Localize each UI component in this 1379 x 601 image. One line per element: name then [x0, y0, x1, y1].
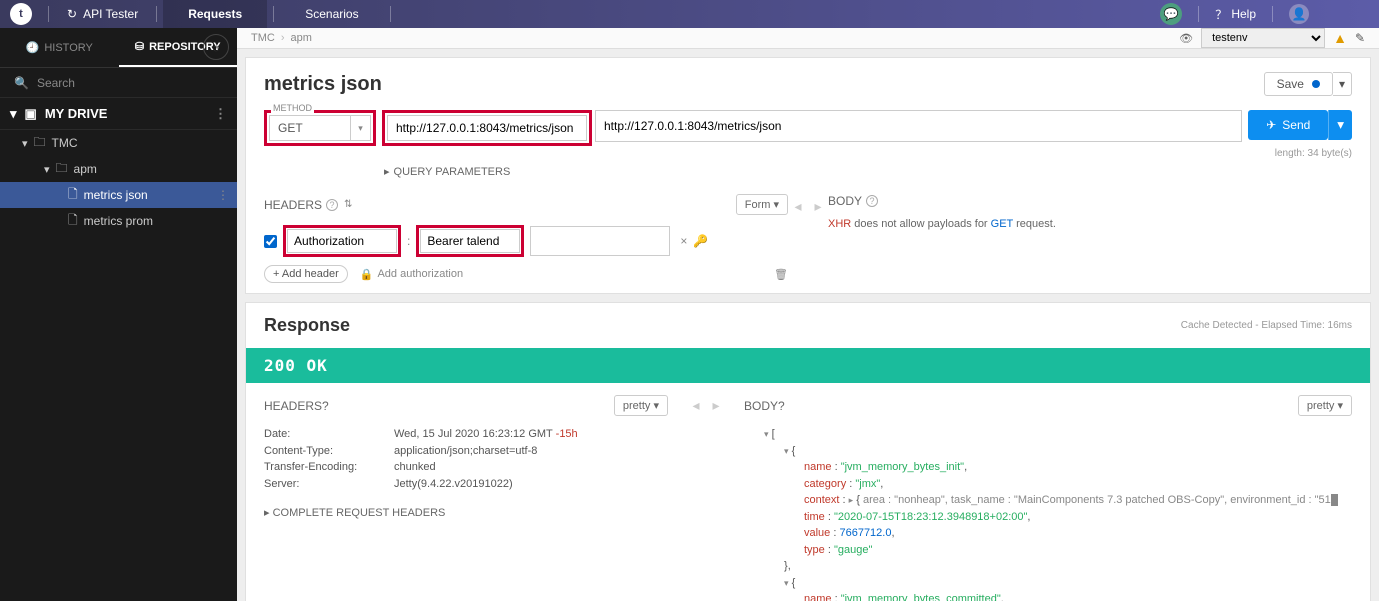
- sort-icon[interactable]: ⇅: [344, 199, 352, 210]
- resp-hdr-val: Wed, 15 Jul 2020 16:23:12 GMT -15h: [394, 426, 578, 443]
- method-dropdown[interactable]: ▾: [350, 116, 370, 140]
- resp-hdr-key: Server:: [264, 476, 394, 493]
- user-avatar[interactable]: 👤: [1289, 4, 1309, 24]
- headers-pretty-dropdown[interactable]: pretty ▾: [614, 395, 668, 416]
- api-tester-label: ↻ API Tester: [55, 7, 150, 21]
- caret-down-icon: ▾: [44, 163, 50, 176]
- response-title: Response: [264, 315, 350, 336]
- body-note: XHR does not allow payloads for GET requ…: [828, 218, 1352, 230]
- add-authorization-button[interactable]: 🔒 Add authorization: [360, 268, 463, 281]
- breadcrumb: TMC › apm 👁 testenv ▲ ✎: [237, 28, 1379, 49]
- response-body-label: BODY: [744, 399, 778, 413]
- unsaved-dot-icon: [1312, 80, 1320, 88]
- send-icon: ✈: [1266, 118, 1276, 132]
- request-icon: 🗋: [68, 185, 78, 206]
- tab-scenarios[interactable]: Scenarios: [280, 0, 383, 28]
- eye-icon[interactable]: 👁: [1179, 32, 1193, 45]
- body-pretty-dropdown[interactable]: pretty ▾: [1298, 395, 1352, 416]
- save-button[interactable]: Save: [1264, 72, 1333, 96]
- kebab-icon[interactable]: ⋮: [217, 188, 229, 202]
- response-panel: Response Cache Detected - Elapsed Time: …: [245, 302, 1371, 601]
- collapse-right-icon[interactable]: ▸: [808, 194, 828, 283]
- url-input-full[interactable]: [595, 110, 1242, 142]
- collapse-right-icon[interactable]: ▸: [706, 383, 726, 601]
- chat-icon[interactable]: 💬: [1160, 3, 1182, 25]
- breadcrumb-apm[interactable]: apm: [291, 32, 312, 44]
- help-icon[interactable]: ?: [322, 399, 329, 413]
- header-enable-checkbox[interactable]: [264, 235, 277, 248]
- folder-icon: 🗀: [56, 159, 68, 180]
- resp-hdr-val: application/json;charset=utf-8: [394, 443, 537, 460]
- save-dropdown[interactable]: ▾: [1333, 72, 1352, 96]
- url-length: length: 34 byte(s): [264, 148, 1352, 159]
- environment-select[interactable]: testenv: [1201, 28, 1325, 48]
- header-value-input-full[interactable]: [530, 226, 670, 256]
- method-highlight: METHOD GET ▾: [264, 110, 376, 146]
- method-label: METHOD: [271, 103, 314, 113]
- sidebar-tab-history[interactable]: 🕘 HISTORY: [0, 28, 119, 67]
- warning-icon[interactable]: ▲: [1333, 30, 1347, 46]
- my-drive-header[interactable]: ▾ ▣ MY DRIVE ⋮: [0, 98, 237, 130]
- collapse-left-icon[interactable]: ◂: [686, 383, 706, 601]
- resp-hdr-key: Date:: [264, 426, 394, 443]
- send-button[interactable]: ✈ Send: [1248, 110, 1328, 140]
- add-header-button[interactable]: + Add header: [264, 265, 348, 283]
- response-headers-label: HEADERS: [264, 399, 322, 413]
- breadcrumb-tmc[interactable]: TMC: [251, 32, 275, 44]
- kebab-icon[interactable]: ⋮: [214, 106, 227, 122]
- resp-hdr-key: Content-Type:: [264, 443, 394, 460]
- refresh-icon: ↻: [67, 7, 77, 21]
- tree-item-metrics-json[interactable]: 🗋 metrics json ⋮: [0, 182, 237, 208]
- tree-item-metrics-prom[interactable]: 🗋 metrics prom: [0, 208, 237, 234]
- drive-icon: ▣: [25, 106, 37, 122]
- response-status: 200 OK: [246, 348, 1370, 383]
- response-elapsed: Cache Detected - Elapsed Time: 16ms: [1181, 320, 1352, 331]
- caret-right-icon: ▸: [384, 165, 390, 178]
- response-json-body[interactable]: ▾ [ ▾ { name : "jvm_memory_bytes_init", …: [744, 426, 1352, 601]
- header-search-icon[interactable]: 🔑: [693, 234, 708, 248]
- url-input[interactable]: [387, 115, 587, 141]
- caret-down-icon: ▾: [22, 137, 28, 150]
- tree-folder[interactable]: ▾ 🗀 apm: [0, 156, 237, 182]
- help-icon[interactable]: ?: [866, 195, 878, 207]
- pending-icon[interactable]: ◔: [203, 34, 229, 60]
- help-icon: ？: [1215, 6, 1227, 23]
- caret-down-icon: ▾: [10, 106, 17, 122]
- resp-hdr-val: chunked: [394, 459, 436, 476]
- header-name-input[interactable]: [287, 229, 397, 253]
- method-value[interactable]: GET: [270, 121, 350, 135]
- sidebar: 🕘 HISTORY ⛁ REPOSITORY ◔ 🔍 Search ▾ ▣ MY…: [0, 28, 237, 601]
- disk-icon: ⛁: [135, 40, 144, 53]
- trash-icon[interactable]: 🗑: [774, 268, 788, 281]
- query-parameters-toggle[interactable]: ▸ QUERY PARAMETERS: [384, 165, 1352, 178]
- folder-icon: 🗀: [34, 133, 46, 154]
- help-icon[interactable]: ?: [326, 199, 338, 211]
- lock-icon: 🔒: [360, 268, 374, 281]
- help-link[interactable]: ？ Help: [1215, 6, 1256, 23]
- header-value-input[interactable]: [420, 229, 520, 253]
- request-icon: 🗋: [68, 211, 78, 232]
- send-dropdown[interactable]: ▾: [1328, 110, 1352, 140]
- clock-icon: 🕘: [26, 41, 40, 54]
- app-logo[interactable]: t: [10, 3, 32, 25]
- body-label: BODY: [828, 194, 862, 208]
- sidebar-search[interactable]: 🔍 Search: [0, 68, 237, 98]
- request-panel: metrics json Save ▾ METHOD GET ▾: [245, 57, 1371, 294]
- tab-requests[interactable]: Requests: [163, 0, 267, 28]
- help-icon[interactable]: ?: [778, 399, 785, 413]
- complete-request-headers-toggle[interactable]: ▸ COMPLETE REQUEST HEADERS: [264, 506, 668, 519]
- resp-hdr-val: Jetty(9.4.22.v20191022): [394, 476, 513, 493]
- url-highlight: [382, 110, 592, 146]
- remove-header-icon[interactable]: ×: [680, 234, 687, 248]
- topbar: t ↻ API Tester Requests Scenarios 💬 ？ He…: [0, 0, 1379, 28]
- request-title: metrics json: [264, 73, 382, 96]
- resp-hdr-key: Transfer-Encoding:: [264, 459, 394, 476]
- edit-icon[interactable]: ✎: [1355, 31, 1365, 45]
- tree-project[interactable]: ▾ 🗀 TMC: [0, 130, 237, 156]
- collapse-left-icon[interactable]: ◂: [788, 194, 808, 283]
- search-icon: 🔍: [14, 76, 29, 90]
- headers-format-dropdown[interactable]: Form ▾: [736, 194, 788, 215]
- headers-label: HEADERS: [264, 198, 322, 212]
